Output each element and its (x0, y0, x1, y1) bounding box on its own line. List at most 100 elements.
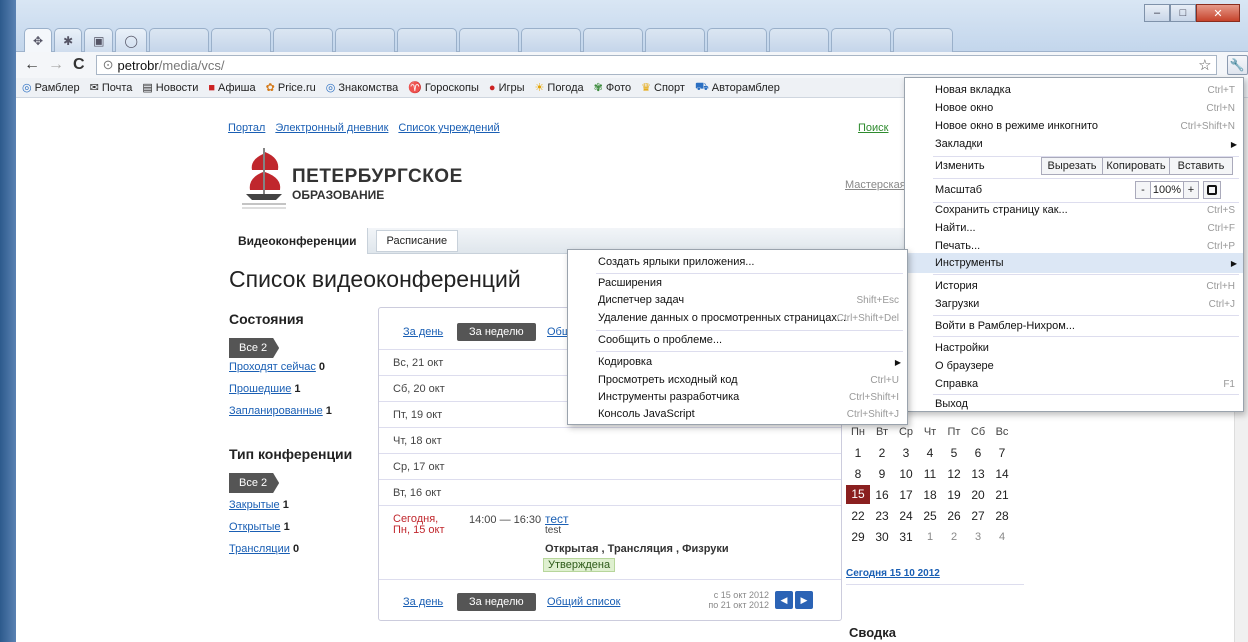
calendar-day[interactable]: 4 (918, 446, 942, 460)
bookmark-sport[interactable]: ♛ Спорт (641, 81, 685, 95)
bookmark-photo[interactable]: ✾ Фото (594, 81, 632, 95)
back-button[interactable]: ← (24, 56, 40, 74)
menu-incognito[interactable]: Новое окно в режиме инкогнито Ctrl+Shift+… (905, 116, 1243, 136)
bookmark-horoscopes[interactable]: ♈ Гороскопы (408, 81, 479, 95)
calendar-day[interactable]: 25 (918, 509, 942, 523)
prev-week-button[interactable]: ◀ (775, 591, 793, 609)
state-filter-planned[interactable]: Запланированные 1 (229, 405, 332, 417)
menu-bookmarks[interactable]: Закладки ▶ (905, 134, 1243, 154)
menu-tools[interactable]: Инструменты ▶ (905, 253, 1243, 273)
tab-item[interactable] (768, 28, 829, 52)
menu-clear-browsing-data[interactable]: Удаление данных о просмотренных страница… (568, 308, 907, 328)
tab-item[interactable] (892, 28, 953, 52)
maximize-button[interactable]: □ (1170, 4, 1196, 22)
type-filter-open[interactable]: Открытые 1 (229, 521, 290, 533)
menu-find[interactable]: Найти... Ctrl+F (905, 218, 1243, 238)
bookmark-star-icon[interactable]: ☆ (1198, 56, 1211, 74)
type-filter-closed[interactable]: Закрытые 1 (229, 499, 289, 511)
calendar-day[interactable]: 23 (870, 509, 894, 523)
event-title-link[interactable]: тест (545, 512, 569, 526)
calendar-day[interactable]: 7 (990, 446, 1014, 460)
menu-new-tab[interactable]: Новая вкладка Ctrl+T (905, 80, 1243, 100)
menu-new-window[interactable]: Новое окно Ctrl+N (905, 98, 1243, 118)
menu-create-shortcuts[interactable]: Создать ярлыки приложения... (568, 252, 907, 272)
calendar-day[interactable]: 6 (966, 446, 990, 460)
calendar-day[interactable]: 29 (846, 530, 870, 544)
calendar-day[interactable]: 17 (894, 488, 918, 502)
calendar-day[interactable]: 24 (894, 509, 918, 523)
calendar-day[interactable]: 31 (894, 530, 918, 544)
calendar-day-next-month[interactable]: 4 (990, 531, 1014, 543)
type-all-filter[interactable]: Все 2 (229, 473, 280, 493)
reload-button[interactable]: C (72, 56, 86, 74)
calendar-day[interactable]: 19 (942, 488, 966, 502)
nav-diary-link[interactable]: Электронный дневник (275, 122, 388, 134)
tab-item[interactable] (148, 28, 209, 52)
menu-task-manager[interactable]: Диспетчер задач Shift+Esc (568, 290, 907, 310)
nav-portal-link[interactable]: Портал (228, 122, 265, 134)
tab-icons-2[interactable]: ✱ (54, 28, 83, 52)
calendar-day[interactable]: 28 (990, 509, 1014, 523)
menu-js-console[interactable]: Консоль JavaScript Ctrl+Shift+J (568, 404, 907, 424)
menu-help[interactable]: Справка F1 (905, 374, 1243, 394)
zoom-out-button[interactable]: - (1135, 181, 1151, 199)
bookmark-autorambler[interactable]: ⛟ Авторамблер (695, 81, 780, 95)
tab-icons-3[interactable]: ▣ (84, 28, 114, 52)
tab-item[interactable] (210, 28, 271, 52)
menu-report-problem[interactable]: Сообщить о проблеме... (568, 330, 907, 350)
by-week-button-bottom[interactable]: За неделю (457, 593, 536, 611)
calendar-day[interactable]: 3 (894, 446, 918, 460)
calendar-day[interactable]: 13 (966, 467, 990, 481)
calendar-day[interactable]: 30 (870, 530, 894, 544)
calendar-day[interactable]: 14 (990, 467, 1014, 481)
menu-signin[interactable]: Войти в Рамблер-Нихром... (905, 316, 1243, 336)
type-filter-broadcasts[interactable]: Трансляции 0 (229, 543, 299, 555)
fullscreen-button[interactable] (1203, 181, 1221, 199)
cut-button[interactable]: Вырезать (1041, 157, 1103, 175)
bookmark-news[interactable]: ▤ Новости (142, 81, 198, 95)
paste-button[interactable]: Вставить (1169, 157, 1233, 175)
menu-encoding[interactable]: Кодировка ▶ (568, 352, 907, 372)
calendar-day[interactable]: 11 (918, 467, 942, 481)
state-filter-past[interactable]: Прошедшие 1 (229, 383, 301, 395)
tab-schedule[interactable]: Расписание (375, 229, 459, 252)
calendar-day[interactable]: 18 (918, 488, 942, 502)
tab-videoconferences[interactable]: Видеоконференции (228, 227, 368, 254)
by-day-link-bottom[interactable]: За день (403, 596, 443, 608)
next-week-button[interactable]: ▶ (795, 591, 813, 609)
tab-item[interactable] (520, 28, 581, 52)
bookmark-dating[interactable]: ◎ Знакомства (326, 81, 398, 95)
calendar-day[interactable]: 21 (990, 488, 1014, 502)
menu-downloads[interactable]: Загрузки Ctrl+J (905, 294, 1243, 314)
calendar-day[interactable]: 2 (870, 446, 894, 460)
calendar-day[interactable]: 5 (942, 446, 966, 460)
menu-settings[interactable]: Настройки (905, 338, 1243, 358)
calendar-day[interactable]: 9 (870, 467, 894, 481)
wrench-menu-button[interactable]: 🔧 (1226, 55, 1248, 75)
calendar-day[interactable]: 12 (942, 467, 966, 481)
calendar-day-next-month[interactable]: 3 (966, 531, 990, 543)
workshop-link[interactable]: Мастерская (845, 179, 906, 191)
bookmark-mail[interactable]: ✉ Почта (90, 81, 133, 95)
bookmark-rambler[interactable]: ◎ Рамблер (22, 81, 80, 95)
calendar-today-link[interactable]: Сегодня 15 10 2012 (846, 568, 940, 579)
by-day-link[interactable]: За день (403, 326, 443, 338)
menu-save-page[interactable]: Сохранить страницу как... Ctrl+S (905, 200, 1243, 220)
calendar-day-today[interactable]: 15 (846, 485, 870, 504)
calendar-day[interactable]: 20 (966, 488, 990, 502)
general-list-link[interactable]: Общий список (547, 596, 620, 608)
tab-item[interactable] (396, 28, 457, 52)
tab-item[interactable] (830, 28, 891, 52)
tab-item[interactable] (272, 28, 333, 52)
calendar-day[interactable]: 8 (846, 467, 870, 481)
nav-institutions-link[interactable]: Список учреждений (398, 122, 499, 134)
calendar-day-next-month[interactable]: 2 (942, 531, 966, 543)
minimize-button[interactable]: – (1144, 4, 1170, 22)
calendar-day-next-month[interactable]: 1 (918, 531, 942, 543)
tab-item[interactable] (644, 28, 705, 52)
states-all-filter[interactable]: Все 2 (229, 338, 280, 358)
bookmark-weather[interactable]: ☀ Погода (535, 81, 584, 95)
tab-item[interactable] (582, 28, 643, 52)
calendar-day[interactable]: 22 (846, 509, 870, 523)
bookmark-price[interactable]: ✿ Price.ru (266, 81, 316, 95)
